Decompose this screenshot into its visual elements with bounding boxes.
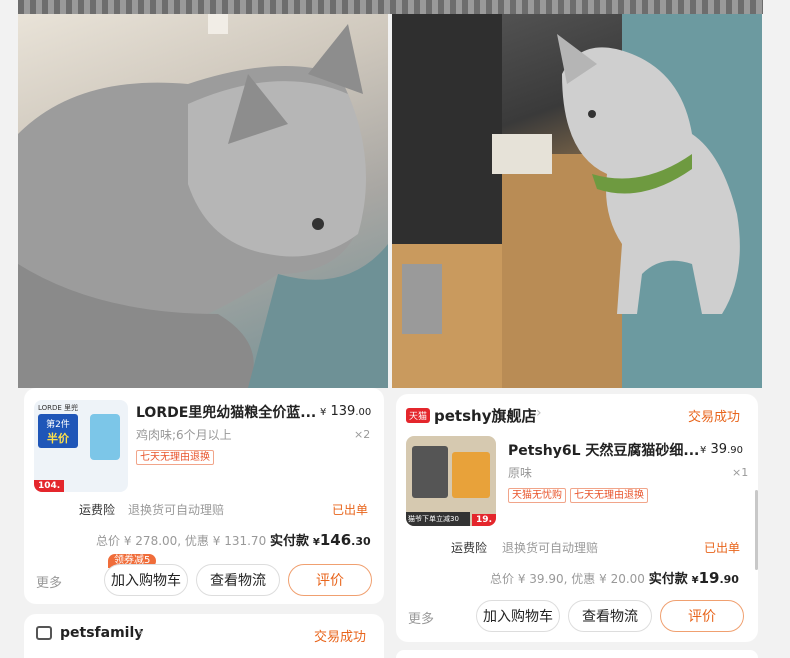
add-to-cart-button[interactable]: 加入购物车: [104, 564, 188, 596]
price-int: 139: [330, 404, 356, 419]
price-int: 39: [710, 442, 728, 457]
paid-symbol: ¥: [312, 537, 320, 548]
total-label: 总价: [490, 572, 515, 586]
thumb-price-badge: 104.: [34, 480, 65, 492]
order-card-petsfamily: petsfamily › 交易成功: [24, 614, 384, 658]
discount-label: 优惠: [571, 572, 596, 586]
thumb-promo-line1: 第2件: [46, 420, 70, 430]
tag-seven-day-return: 七天无理由退换: [570, 488, 648, 503]
price-dec: .90: [727, 445, 743, 456]
tag-tmall-worry-free: 天猫无忧购: [508, 488, 566, 503]
store-icon: [36, 626, 52, 640]
thumb-price-badge: 19.: [472, 514, 496, 526]
paid-dec: .90: [719, 573, 739, 586]
review-button[interactable]: 评价: [660, 600, 744, 632]
product-thumbnail-cat-litter[interactable]: 猫爷下单立减30 19.: [406, 436, 496, 526]
order-status: 交易成功: [688, 410, 741, 425]
discount-value: ¥ 20.00: [599, 572, 645, 586]
paid-label: 实付款: [270, 534, 310, 549]
product-price: ¥ 139.00: [320, 404, 371, 419]
product-thumbnail-cat-food[interactable]: LORDE 里兜 第2件 半价 104.: [34, 400, 128, 492]
thumb-caption: 猫爷下单立减30: [406, 512, 470, 526]
price-symbol: ¥: [700, 445, 707, 456]
thumb-promo-line2: 半价: [47, 432, 69, 445]
thumb-brand: LORDE 里兜: [38, 404, 79, 412]
paid-label: 实付款: [648, 572, 688, 587]
store-name[interactable]: petsfamily: [60, 625, 143, 641]
tmall-icon: 天猫: [406, 408, 431, 423]
add-to-cart-button[interactable]: 加入购物车: [476, 600, 560, 632]
order-summary: 总价 ¥ 278.00, 优惠 ¥ 131.70 实付款 ¥146.30: [96, 531, 371, 549]
litter-box-right-icon: [452, 452, 490, 498]
order-summary: 总价 ¥ 39.90, 优惠 ¥ 20.00 实付款 ¥19.90: [490, 569, 739, 587]
scrollbar-right[interactable]: [755, 490, 758, 570]
paid-int: 19: [698, 569, 720, 587]
price-dec: .00: [355, 407, 372, 418]
insurance-status: 已出单: [704, 541, 741, 555]
promo-block: 第2件 半价: [38, 414, 78, 448]
insurance-label: 运费险: [451, 541, 488, 555]
discount-label: 优惠: [184, 534, 209, 548]
insurance-desc: 退换货可自动理赔: [502, 541, 599, 555]
total-label: 总价: [96, 534, 121, 548]
view-logistics-button[interactable]: 查看物流: [568, 600, 652, 632]
paid-dec: .30: [351, 535, 371, 548]
cat-photo-right[interactable]: [392, 14, 762, 388]
price-symbol: ¥: [320, 407, 327, 418]
product-title[interactable]: LORDE里兜幼猫粮全价蓝...: [136, 402, 316, 422]
store-name[interactable]: petshy旗舰店: [434, 405, 536, 426]
product-quantity: ×1: [732, 466, 749, 479]
order-card-next-right: [396, 650, 758, 658]
paid-int: 146: [319, 531, 352, 549]
tag-seven-day-return: 七天无理由退换: [136, 450, 214, 465]
chevron-right-icon: ›: [536, 405, 542, 421]
insurance-status: 已出单: [332, 503, 369, 517]
order-card-right: 天猫 petshy旗舰店 › 交易成功 猫爷下单立减30 19. Petshy6…: [396, 394, 758, 642]
paid-symbol: ¥: [691, 575, 699, 586]
more-link[interactable]: 更多: [36, 572, 62, 591]
top-photo-strip: [18, 0, 763, 14]
litter-box-left-icon: [412, 446, 448, 498]
total-value: ¥ 39.90: [517, 572, 564, 586]
product-variant: 原味: [508, 466, 533, 480]
product-quantity: ×2: [354, 428, 371, 441]
view-logistics-button[interactable]: 查看物流: [196, 564, 280, 596]
order-status: 交易成功: [314, 630, 367, 645]
review-button[interactable]: 评价: [288, 564, 372, 596]
more-link[interactable]: 更多: [408, 608, 434, 627]
product-price: ¥ 39.90: [700, 442, 743, 457]
product-title[interactable]: Petshy6L 天然豆腐猫砂细...: [508, 440, 699, 460]
cat-food-bag-icon: [90, 414, 120, 460]
discount-value: ¥ 131.70: [212, 534, 267, 548]
cat-photo-left[interactable]: [18, 14, 388, 388]
chevron-right-icon: ›: [138, 625, 144, 640]
product-variant: 鸡肉味;6个月以上: [136, 428, 232, 442]
insurance-label: 运费险: [79, 503, 116, 517]
order-card-left: LORDE 里兜 第2件 半价 104. LORDE里兜幼猫粮全价蓝... ¥ …: [24, 388, 384, 604]
total-value: ¥ 278.00: [123, 534, 178, 548]
insurance-desc: 退换货可自动理赔: [128, 503, 225, 517]
